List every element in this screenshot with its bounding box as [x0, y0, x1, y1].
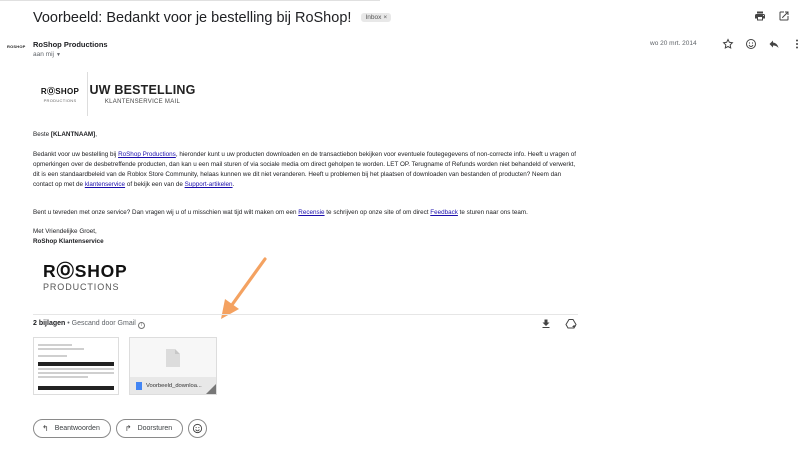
reply-icon[interactable]: [768, 38, 780, 50]
greeting: Beste [KLANTNAAM],: [33, 130, 578, 140]
reply-icon: ↰: [42, 424, 49, 433]
recipient-label: aan mij: [33, 51, 54, 58]
inbox-label-chip[interactable]: Inbox ×: [361, 13, 392, 22]
sender-avatar[interactable]: ROSHOP: [7, 44, 26, 49]
top-actions: [754, 10, 790, 22]
signature-team-name: RoShop Klantenservice: [33, 238, 104, 245]
subject-text: Voorbeeld: Bedankt voor je bestelling bi…: [33, 10, 352, 26]
attachment-name-bar: Voorbeeld_downloa...: [130, 377, 216, 394]
forward-button[interactable]: ↱ Doorsturen: [115, 419, 184, 438]
preview-table-footer: [38, 386, 114, 390]
p1-text-c: of bekijk een van de: [125, 181, 185, 188]
message-actions: [722, 38, 800, 50]
reply-button[interactable]: ↰ Beantwoorden: [33, 419, 111, 438]
orange-arrow-annotation: [221, 257, 267, 319]
file-type-icon: [136, 381, 142, 390]
feedback-link[interactable]: Feedback: [430, 209, 458, 216]
body-paragraph-1: Bedankt voor uw bestelling bij RoShop Pr…: [33, 150, 578, 190]
attachments-scan-note: • Gescand door Gmail: [65, 320, 138, 327]
info-icon[interactable]: i: [137, 322, 145, 329]
emoji-icon: [193, 423, 203, 434]
email-header-banner: RⓄSHOP PRODUCTIONS UW BESTELLING KLANTEN…: [33, 72, 197, 116]
greeting-prefix: Beste: [33, 131, 51, 138]
signature: Met Vriendelijke Groet, RoShop Klantense…: [33, 227, 578, 247]
email-subject: Voorbeeld: Bedankt voor je bestelling bi…: [33, 10, 392, 26]
forward-label: Doorsturen: [137, 425, 173, 432]
preview-line: [38, 344, 72, 346]
preview-line: [38, 372, 114, 374]
remove-label-icon[interactable]: ×: [383, 14, 387, 21]
attachments-actions: [540, 318, 577, 330]
support-articles-link[interactable]: Support-artikelen: [185, 181, 233, 188]
p1-text-a: Bedankt voor uw bestelling bij: [33, 151, 119, 158]
p2-text-a: Bent u tevreden met onze service? Dan vr…: [33, 209, 299, 216]
p2-text-c: te sturen naar ons team.: [457, 209, 528, 216]
banner-title-box: UW BESTELLING KLANTENSERVICE MAIL: [88, 72, 197, 116]
preview-line: [38, 368, 114, 370]
email-date: wo 20 mrt. 2014: [650, 40, 697, 47]
customer-service-link[interactable]: klantenservice: [85, 181, 125, 188]
open-in-new-window-icon[interactable]: [778, 10, 790, 22]
banner-logo-sub: PRODUCTIONS: [43, 97, 77, 103]
top-divider: [0, 0, 380, 1]
emoji-reaction-button[interactable]: [188, 419, 208, 438]
attachments-header: 2 bijlagen • Gescand door Gmail i: [33, 320, 145, 329]
document-icon: [166, 349, 180, 367]
p1-text-d: .: [232, 181, 235, 188]
chevron-down-icon[interactable]: ▼: [56, 52, 61, 58]
greeting-suffix: ,: [95, 131, 98, 138]
preview-table-header: [38, 362, 114, 366]
body-paragraph-2: Bent u tevreden met onze service? Dan vr…: [33, 208, 578, 218]
sender-name[interactable]: RoShop Productions: [33, 40, 108, 49]
footer-logo: RⓄSHOP PRODUCTIONS: [43, 261, 128, 293]
attachments-divider: [33, 314, 578, 315]
footer-logo-main: RⓄSHOP: [43, 261, 128, 281]
banner-logo: RⓄSHOP PRODUCTIONS: [33, 72, 88, 116]
footer-logo-sub: PRODUCTIONS: [43, 282, 120, 292]
inbox-label-text: Inbox: [365, 14, 382, 21]
preview-line: [38, 376, 89, 378]
download-all-icon[interactable]: [540, 318, 552, 330]
page-fold-icon: [206, 384, 216, 394]
p2-text-b: te schrijven op onze site of om direct: [324, 209, 431, 216]
preview-line: [38, 355, 68, 357]
more-vert-icon[interactable]: [791, 38, 800, 50]
forward-icon: ↱: [124, 424, 132, 433]
star-icon[interactable]: [722, 38, 734, 50]
attachment-pdf-preview[interactable]: [33, 337, 119, 395]
roshop-link[interactable]: RoShop Productions: [118, 151, 176, 158]
signature-greeting: Met Vriendelijke Groet,: [33, 228, 97, 235]
banner-subtitle: KLANTENSERVICE MAIL: [104, 99, 181, 105]
add-to-drive-icon[interactable]: [565, 318, 577, 330]
signature-team: RoShop Klantenservice: [33, 237, 578, 247]
emoji-reaction-icon[interactable]: [745, 38, 757, 50]
banner-logo-main: RⓄSHOP: [40, 86, 80, 96]
banner-title: UW BESTELLING: [89, 83, 196, 97]
print-icon[interactable]: [754, 10, 766, 22]
reply-label: Beantwoorden: [54, 425, 100, 432]
attachment-filename: Voorbeeld_downloa...: [146, 382, 202, 389]
customer-name-placeholder: [KLANTNAAM]: [50, 131, 96, 138]
reply-actions: ↰ Beantwoorden ↱ Doorsturen: [33, 419, 208, 438]
review-link[interactable]: Recensie: [298, 209, 324, 216]
attachments-count: 2 bijlagen: [33, 320, 66, 327]
recipient-details[interactable]: aan mij ▼: [33, 51, 61, 58]
attachment-document[interactable]: Voorbeeld_downloa...: [129, 337, 217, 395]
preview-line: [38, 348, 85, 350]
